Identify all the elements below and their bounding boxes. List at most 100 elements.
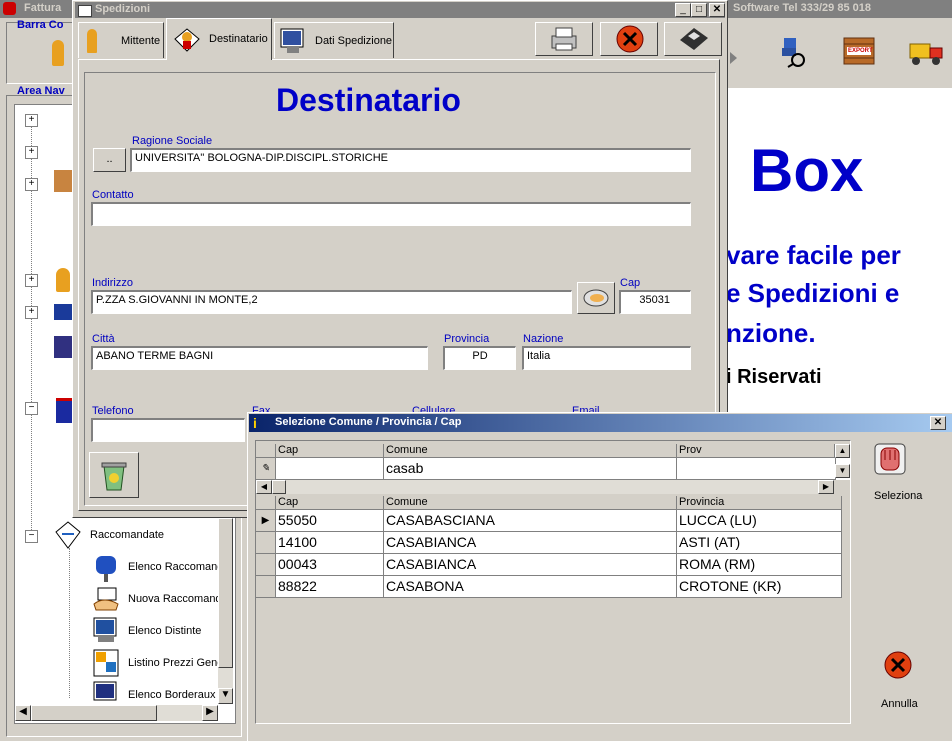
tree-collapse-raccomandate[interactable]: − <box>25 530 38 543</box>
borderaux-icon <box>92 680 120 708</box>
tab-dati-spedizione-label: Dati Spedizione <box>315 35 393 47</box>
filter-header-indicator <box>256 444 276 458</box>
tree-icon-box <box>54 170 74 192</box>
price-list-icon <box>92 648 120 678</box>
main-title-right: Software Tel 333/29 85 018 <box>733 2 871 14</box>
dialog-close-button[interactable]: ✕ <box>930 416 946 430</box>
barra-comandi <box>6 22 76 84</box>
current-row-indicator-icon: ▶ <box>256 510 276 532</box>
tree-vscroll-down[interactable]: ▼ <box>218 688 233 704</box>
filter-row: ✎ casab <box>256 458 836 480</box>
tree-item-nuova-raccomandata[interactable]: Nuova Raccomand <box>128 593 222 605</box>
filter-comune-input[interactable]: casab <box>384 458 677 480</box>
row-provincia: ASTI (AT) <box>677 532 842 554</box>
tree-item-elenco-distinte[interactable]: Elenco Distinte <box>128 625 201 637</box>
table-row[interactable]: 88822 CASABONA CROTONE (KR) <box>256 576 842 598</box>
chevron-right-icon <box>730 52 737 64</box>
tree-hscroll-right[interactable]: ▶ <box>202 705 218 721</box>
cap-label: Cap <box>620 277 641 289</box>
filter-scroll-up[interactable]: ▲ <box>835 444 850 458</box>
printer-icon <box>551 27 577 51</box>
filter-header-cap: Cap <box>276 444 384 458</box>
tree-expand-3[interactable]: + <box>25 178 38 191</box>
filter-hscroll-thumb[interactable] <box>272 480 286 494</box>
annulla-label: Annulla <box>881 698 918 710</box>
tab-mittente[interactable]: Mittente <box>78 22 164 58</box>
row-cap: 88822 <box>276 576 384 598</box>
person-icon[interactable] <box>52 40 64 66</box>
minimize-button[interactable]: _ <box>675 3 691 17</box>
raccomandate-icon <box>54 520 82 550</box>
tree-item-listino-prezzi[interactable]: Listino Prezzi Gene <box>128 657 223 669</box>
filter-hscroll[interactable] <box>256 480 834 494</box>
row-indicator <box>256 576 276 598</box>
tree-expand-4[interactable]: + <box>25 274 38 287</box>
close-icon <box>616 25 644 53</box>
row-comune: CASABASCIANA <box>384 510 677 532</box>
table-row[interactable]: ▶ 55050 CASABASCIANA LUCCA (LU) <box>256 510 842 532</box>
tab-destinatario-label: Destinatario <box>209 33 268 45</box>
banner-line-1: vare facile per <box>726 240 901 270</box>
tree-vscroll-thumb[interactable] <box>218 518 233 668</box>
results-header-provincia: Provincia <box>677 496 842 510</box>
banner-line-4: i Riservati <box>726 366 822 388</box>
monitor-list-icon <box>92 616 120 644</box>
banner-line-2: e Spedizioni e <box>726 278 900 308</box>
ragione-sociale-field[interactable]: UNIVERSITA'' BOLOGNA-DIP.DISCIPL.STORICH… <box>130 148 691 172</box>
filter-prov-input[interactable] <box>677 458 836 480</box>
cap-field[interactable]: 35031 <box>619 290 691 314</box>
floppy-disk-icon <box>680 28 708 50</box>
telefono-label: Telefono <box>92 405 134 417</box>
tree-hscroll-left[interactable]: ◀ <box>15 705 31 721</box>
mailbox-icon <box>92 552 120 582</box>
telefono-field[interactable] <box>91 418 245 442</box>
results-grid[interactable]: Cap Comune Provincia ▶ 55050 CASABASCIAN… <box>256 496 842 720</box>
maximize-button[interactable]: □ <box>691 3 707 17</box>
tree-item-elenco-raccomandate[interactable]: Elenco Raccomand <box>128 561 223 573</box>
print-button[interactable] <box>535 22 593 56</box>
address-lookup-button[interactable] <box>577 282 615 314</box>
row-comune: CASABONA <box>384 576 677 598</box>
tab-mittente-label: Mittente <box>121 35 161 47</box>
indirizzo-field[interactable]: P.ZZA S.GIOVANNI IN MONTE,2 <box>91 290 572 314</box>
filter-scroll-down[interactable]: ▼ <box>835 464 850 478</box>
filter-cap-input[interactable] <box>276 458 384 480</box>
seleziona-button[interactable]: Seleziona <box>860 440 936 506</box>
recycle-bin-icon <box>101 462 127 491</box>
export-box-icon[interactable]: EXPORT <box>843 36 875 66</box>
row-cap: 00043 <box>276 554 384 576</box>
tree-collapse-1[interactable]: − <box>25 402 38 415</box>
contatto-field[interactable] <box>91 202 691 226</box>
selezione-title-bar: i Selezione Comune / Provincia / Cap <box>249 414 952 432</box>
hand-select-icon <box>874 443 906 475</box>
tree-item-elenco-borderaux[interactable]: Elenco Borderaux <box>128 689 215 701</box>
recycle-bin-button[interactable] <box>89 452 139 498</box>
truck-icon[interactable] <box>908 38 944 68</box>
table-row[interactable]: 14100 CASABIANCA ASTI (AT) <box>256 532 842 554</box>
table-row[interactable]: 00043 CASABIANCA ROMA (RM) <box>256 554 842 576</box>
tree-expand-2[interactable]: + <box>25 146 38 159</box>
close-button[interactable]: ✕ <box>709 3 725 17</box>
tree-item-raccomandate[interactable]: Raccomandate <box>90 529 164 541</box>
browse-button[interactable]: .. <box>93 148 126 172</box>
search-person-icon[interactable] <box>778 36 808 68</box>
nazione-field[interactable]: Italia <box>522 346 691 370</box>
citta-field[interactable]: ABANO TERME BAGNI <box>91 346 428 370</box>
save-button[interactable] <box>664 22 722 56</box>
tab-destinatario[interactable]: Destinatario <box>166 18 272 60</box>
annulla-button[interactable]: Annulla <box>866 648 932 714</box>
tab-dati-spedizione[interactable]: Dati Spedizione <box>274 22 394 58</box>
monitor-icon <box>279 27 307 55</box>
row-comune: CASABIANCA <box>384 554 677 576</box>
tree-expand-1[interactable]: + <box>25 114 38 127</box>
selezione-title: Selezione Comune / Provincia / Cap <box>275 416 462 428</box>
row-cap: 55050 <box>276 510 384 532</box>
provincia-field[interactable]: PD <box>443 346 516 370</box>
tree-icon-package <box>54 336 72 358</box>
indirizzo-label: Indirizzo <box>92 277 133 289</box>
filter-hscroll-right[interactable]: ▶ <box>818 480 834 494</box>
tree-hscroll-thumb[interactable] <box>31 705 157 721</box>
filter-hscroll-left[interactable]: ◀ <box>256 480 272 494</box>
tree-expand-5[interactable]: + <box>25 306 38 319</box>
cancel-button[interactable] <box>600 22 658 56</box>
